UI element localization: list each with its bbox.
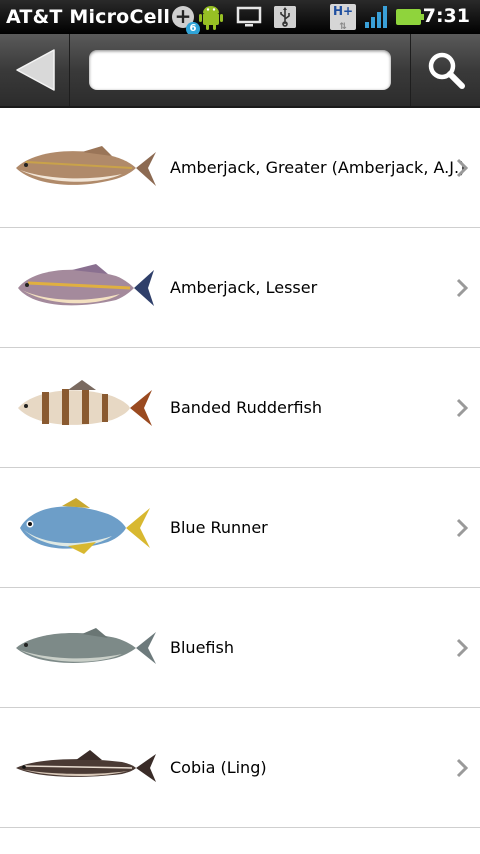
list-item[interactable]: Cobia (Ling) (0, 708, 480, 828)
clock: 7:31 (422, 5, 470, 27)
search-button[interactable] (410, 34, 480, 106)
list-item[interactable]: Banded Rudderfish (0, 348, 480, 468)
greater-amberjack-fish-image (16, 146, 156, 186)
chevron-right-icon (456, 638, 468, 658)
search-icon (428, 52, 465, 89)
network-type-label: H+ (332, 4, 354, 18)
bluefish-fish-image (16, 628, 156, 664)
cobia-fish-image (16, 750, 156, 782)
network-type-icon: H+ ⇅ (330, 4, 356, 32)
species-name: Amberjack, Lesser (170, 278, 318, 297)
chevron-right-icon (456, 278, 468, 298)
species-name: Cobia (Ling) (170, 758, 267, 777)
chevron-right-icon (456, 758, 468, 778)
species-list: Amberjack, Greater (Amberjack, A.J.) Amb… (0, 108, 480, 828)
list-item[interactable]: Amberjack, Lesser (0, 228, 480, 348)
list-item[interactable]: Blue Runner (0, 468, 480, 588)
species-name: Banded Rudderfish (170, 398, 322, 417)
blue-runner-fish-image (20, 498, 150, 554)
chevron-right-icon (456, 398, 468, 418)
status-bar: AT&T MicroCell +6 H+ ⇅ 7:31 (0, 0, 480, 36)
carrier-name: AT&T MicroCell (6, 6, 171, 28)
add-notification-icon: +6 (172, 6, 200, 36)
chevron-right-icon (456, 158, 468, 178)
monitor-icon (236, 6, 262, 27)
android-icon (199, 6, 223, 30)
usb-icon (274, 6, 296, 28)
list-item[interactable]: Amberjack, Greater (Amberjack, A.J.) (0, 108, 480, 228)
toolbar (0, 34, 480, 108)
battery-icon (396, 9, 424, 25)
banded-rudderfish-fish-image (18, 380, 152, 426)
species-name: Amberjack, Greater (Amberjack, A.J.) (170, 158, 466, 177)
notification-icons: +6 (172, 2, 308, 36)
back-button[interactable] (0, 34, 70, 106)
search-input[interactable] (89, 50, 391, 90)
signal-strength-icon (365, 6, 387, 28)
species-name: Bluefish (170, 638, 234, 657)
species-name: Blue Runner (170, 518, 268, 537)
list-item[interactable]: Bluefish (0, 588, 480, 708)
back-arrow-icon (15, 49, 55, 91)
chevron-right-icon (456, 518, 468, 538)
lesser-amberjack-fish-image (18, 264, 154, 306)
